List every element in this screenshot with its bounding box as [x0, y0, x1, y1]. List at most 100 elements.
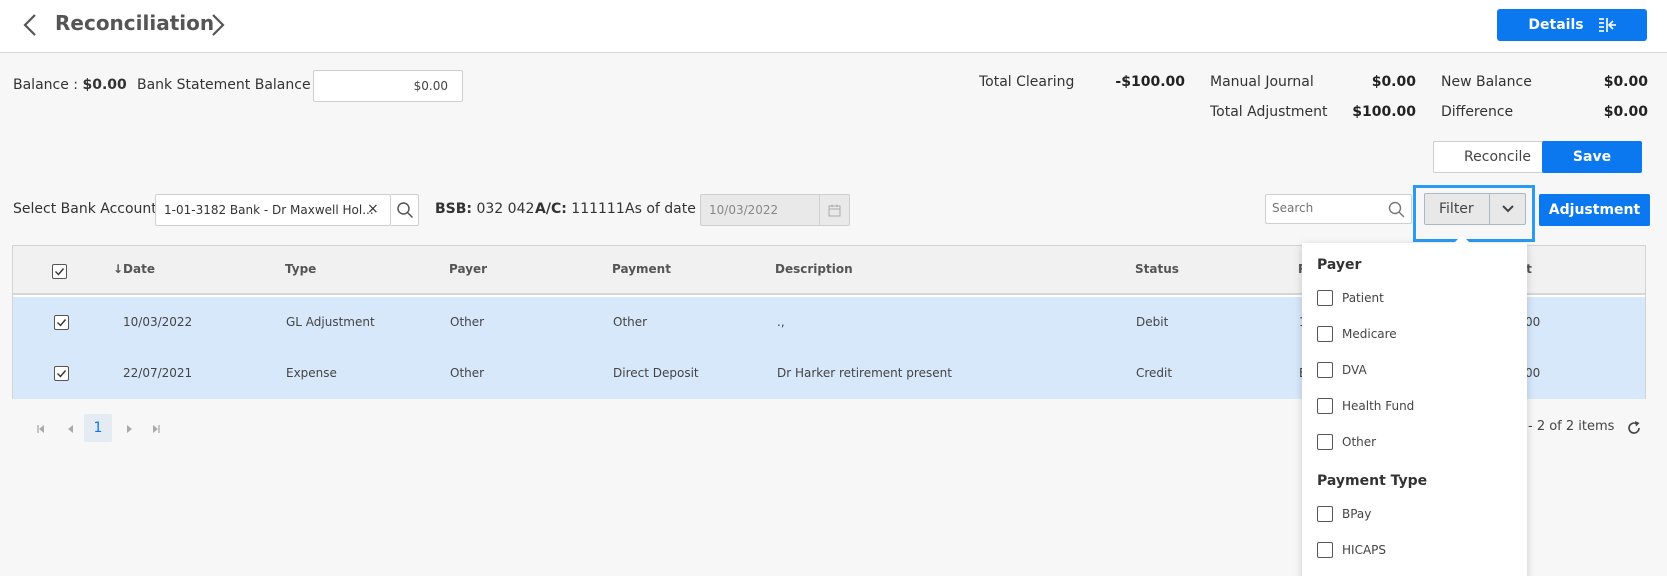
- collapse-panel-icon: [1598, 18, 1616, 32]
- grid-search-input[interactable]: [1272, 201, 1382, 215]
- bank-search-button[interactable]: [391, 194, 419, 226]
- ac-label: A/C: 111111: [535, 201, 625, 217]
- filter-option-label: Other: [1342, 435, 1377, 449]
- grid-search-field[interactable]: [1265, 194, 1412, 224]
- bank-account-value: 1-01-3182 Bank - Dr Maxwell Hol...: [164, 203, 374, 217]
- column-header-type[interactable]: Type: [285, 262, 316, 276]
- balance-label-text: Balance :: [13, 77, 79, 93]
- cell-payer: Other: [450, 315, 485, 329]
- filter-option-bpay[interactable]: BPay: [1317, 505, 1371, 523]
- checkbox[interactable]: [1317, 506, 1333, 522]
- cell-status: Debit: [1136, 315, 1169, 329]
- filter-option-dva[interactable]: DVA: [1317, 361, 1367, 379]
- as-of-date-label: As of date: [625, 201, 696, 217]
- cell-date: 10/03/2022: [123, 315, 193, 329]
- cell-amount: 00: [1525, 315, 1541, 329]
- select-bank-account-label: Select Bank Account: [13, 201, 157, 217]
- filter-option-label: DVA: [1342, 363, 1367, 377]
- previous-page-icon[interactable]: [66, 424, 76, 437]
- cell-type: Expense: [286, 366, 337, 380]
- manual-journal-value: $0.00: [1371, 74, 1416, 90]
- pager-items-count: - 2 of 2 items: [1528, 419, 1615, 434]
- top-bar: Reconciliation Details: [0, 0, 1667, 53]
- column-header-description[interactable]: Description: [775, 262, 853, 276]
- details-button[interactable]: Details: [1497, 9, 1647, 41]
- balance-value: $0.00: [82, 77, 127, 93]
- total-clearing-label: Total Clearing: [979, 74, 1075, 90]
- bsb-label: BSB: 032 042: [435, 201, 534, 217]
- dropdown-caret: [1454, 235, 1470, 243]
- filter-option-health-fund[interactable]: Health Fund: [1317, 397, 1414, 415]
- bank-account-select[interactable]: 1-01-3182 Bank - Dr Maxwell Hol... ×: [155, 194, 391, 226]
- as-of-date-field: 10/03/2022: [700, 194, 850, 226]
- payer-section-title: Payer: [1317, 257, 1362, 273]
- column-header-status[interactable]: Status: [1135, 262, 1179, 276]
- details-button-label: Details: [1528, 17, 1584, 33]
- checkbox[interactable]: [1317, 434, 1333, 450]
- cell-type: GL Adjustment: [286, 315, 375, 329]
- next-page-icon[interactable]: [124, 424, 134, 437]
- filter-option-label: BPay: [1342, 507, 1372, 521]
- search-icon[interactable]: [1388, 201, 1405, 218]
- bsb-value: 032 042: [476, 201, 535, 217]
- balance-label: Balance : $0.00: [13, 77, 127, 93]
- difference-value: $0.00: [1603, 104, 1648, 120]
- adjustment-button[interactable]: Adjustment: [1539, 194, 1650, 226]
- save-button[interactable]: Save: [1542, 141, 1642, 173]
- ac-value: 111111: [571, 201, 625, 217]
- ac-label-text: A/C:: [535, 201, 567, 217]
- total-adjustment-label: Total Adjustment: [1210, 104, 1328, 120]
- first-page-icon[interactable]: [36, 424, 46, 437]
- filter-button-label: Filter: [1439, 201, 1474, 217]
- page-title: Reconciliation: [55, 11, 215, 35]
- cell-payment: Other: [613, 315, 648, 329]
- filter-option-label: HICAPS: [1342, 543, 1387, 557]
- cell-status: Credit: [1136, 366, 1173, 380]
- manual-journal-label: Manual Journal: [1210, 74, 1314, 90]
- bsb-label-text: BSB:: [435, 201, 473, 217]
- back-arrow-icon[interactable]: [20, 12, 42, 38]
- total-adjustment-value: $100.00: [1352, 104, 1416, 120]
- total-clearing-value: -$100.00: [1115, 74, 1185, 90]
- search-icon: [396, 202, 413, 219]
- chevron-down-icon[interactable]: [1489, 194, 1525, 224]
- filter-option-label: Patient: [1342, 291, 1384, 305]
- filter-option-hicaps[interactable]: HICAPS: [1317, 541, 1386, 559]
- clear-icon[interactable]: ×: [367, 201, 379, 217]
- calendar-icon: [819, 195, 849, 225]
- bank-statement-balance-label: Bank Statement Balance :: [137, 77, 320, 93]
- select-all-checkbox[interactable]: [52, 264, 67, 279]
- filter-option-other[interactable]: Other: [1317, 433, 1376, 451]
- checkbox[interactable]: [1317, 362, 1333, 378]
- column-header-payment[interactable]: Payment: [612, 262, 671, 276]
- as-of-date-value: 10/03/2022: [709, 203, 779, 217]
- difference-label: Difference: [1441, 104, 1514, 120]
- checkbox[interactable]: [1317, 290, 1333, 306]
- refresh-icon[interactable]: [1626, 420, 1642, 440]
- checkbox[interactable]: [1317, 542, 1333, 558]
- column-header-payer[interactable]: Payer: [449, 262, 487, 276]
- cell-description: Dr Harker retirement present: [777, 366, 952, 380]
- checkbox[interactable]: [1317, 398, 1333, 414]
- cell-description: .,: [777, 315, 785, 329]
- last-page-icon[interactable]: [151, 424, 161, 437]
- new-balance-value: $0.00: [1603, 74, 1648, 90]
- checkbox[interactable]: [1317, 326, 1333, 342]
- row-checkbox[interactable]: [54, 366, 69, 381]
- bank-statement-balance-input[interactable]: $0.00: [313, 70, 463, 102]
- cell-amount: 00: [1525, 366, 1541, 380]
- new-balance-label: New Balance: [1441, 74, 1532, 90]
- filter-button[interactable]: Filter: [1424, 193, 1526, 225]
- filter-option-medicare[interactable]: Medicare: [1317, 325, 1397, 343]
- row-checkbox[interactable]: [54, 315, 69, 330]
- forward-arrow-icon[interactable]: [206, 12, 228, 38]
- column-header-date[interactable]: ↓Date: [113, 262, 155, 276]
- filter-option-label: Medicare: [1342, 327, 1397, 341]
- filter-option-patient[interactable]: Patient: [1317, 289, 1384, 307]
- filter-option-label: Health Fund: [1342, 399, 1415, 413]
- cell-payer: Other: [450, 366, 485, 380]
- cell-date: 22/07/2021: [123, 366, 193, 380]
- cell-payment: Direct Deposit: [613, 366, 699, 380]
- page-number-current[interactable]: 1: [84, 414, 112, 442]
- filter-dropdown-panel: Payer Patient Medicare DVA Health Fund O…: [1302, 235, 1527, 576]
